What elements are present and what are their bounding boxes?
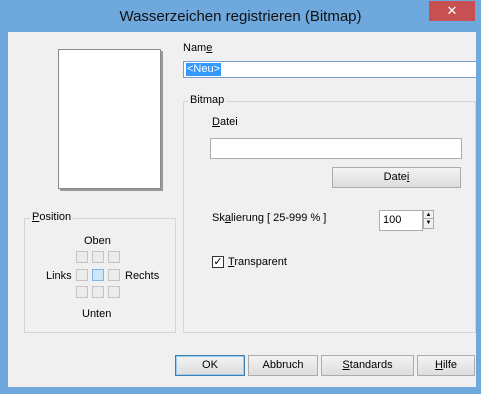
name-label: Name <box>183 42 213 54</box>
position-bottom-label: Unten <box>82 308 112 320</box>
position-bottom-right[interactable] <box>108 286 120 298</box>
dialog-body: Name <Neu> Bitmap Datei Datei Skalierung… <box>8 32 477 387</box>
position-top-center[interactable] <box>92 251 104 263</box>
help-button[interactable]: Hilfe <box>417 355 475 376</box>
scaling-value: 100 <box>383 214 402 226</box>
position-left-label: Links <box>46 270 72 282</box>
bitmap-group-legend: Bitmap <box>188 94 227 106</box>
window-title: Wasserzeichen registrieren (Bitmap) <box>119 8 362 25</box>
name-input[interactable]: <Neu> <box>183 61 477 78</box>
position-bottom-left[interactable] <box>76 286 88 298</box>
position-center[interactable] <box>92 269 104 281</box>
close-button[interactable]: ✕ <box>429 1 475 21</box>
position-right-label: Rechts <box>125 270 160 282</box>
transparent-checkbox[interactable]: ✓ <box>212 256 224 268</box>
watermark-preview <box>58 49 161 189</box>
name-input-value: <Neu> <box>186 63 222 76</box>
dialog-window: Wasserzeichen registrieren (Bitmap) ✕ Na… <box>0 0 481 394</box>
spin-up-icon[interactable]: ▲ <box>424 211 433 219</box>
cancel-button[interactable]: Abbruch <box>248 355 318 376</box>
transparent-label[interactable]: Transparent <box>228 256 287 268</box>
position-group-legend: Position <box>30 211 74 223</box>
position-top-right[interactable] <box>108 251 120 263</box>
ok-button[interactable]: OK <box>175 355 245 376</box>
close-icon: ✕ <box>446 3 458 18</box>
file-label: Datei <box>212 116 238 128</box>
position-bottom-center[interactable] <box>92 286 104 298</box>
checkmark-icon: ✓ <box>213 256 223 268</box>
window-border-right <box>476 32 481 394</box>
position-top-label: Oben <box>84 235 111 247</box>
title-bar[interactable]: Wasserzeichen registrieren (Bitmap) ✕ <box>0 0 481 32</box>
window-border-bottom <box>0 387 481 394</box>
defaults-button[interactable]: Standards <box>321 355 414 376</box>
position-top-left[interactable] <box>76 251 88 263</box>
browse-file-button[interactable]: Datei <box>332 167 461 188</box>
scaling-spinner[interactable]: ▲ ▼ <box>423 210 434 229</box>
file-path-input[interactable] <box>210 138 462 159</box>
spin-down-icon[interactable]: ▼ <box>424 219 433 227</box>
scaling-input[interactable]: 100 <box>379 210 423 231</box>
position-middle-left[interactable] <box>76 269 88 281</box>
position-middle-right[interactable] <box>108 269 120 281</box>
scaling-label: Skalierung [ 25-999 % ] <box>212 212 327 224</box>
